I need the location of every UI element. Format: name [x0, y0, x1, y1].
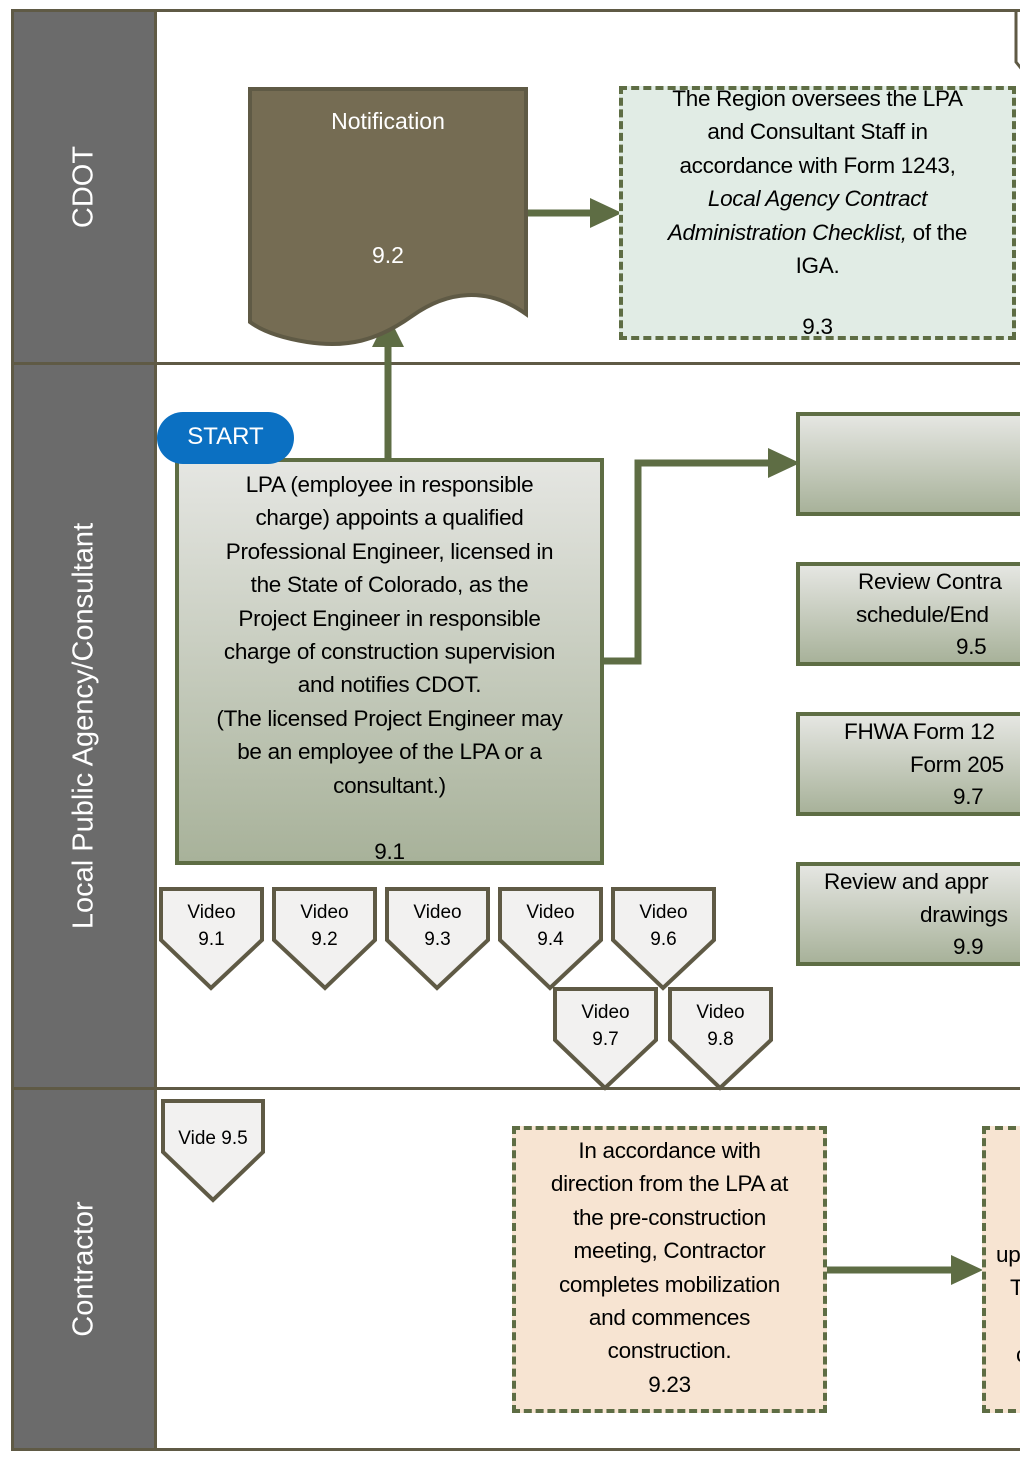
step-9-24-fragment: up: [996, 1242, 1020, 1267]
video-number: 9.3: [424, 929, 451, 950]
step-9-23-line: meeting, Contractor: [573, 1238, 766, 1264]
video-link-9-3[interactable]: Video 9.3: [387, 899, 488, 953]
step-9-23-line: the pre-construction: [573, 1204, 766, 1230]
video-label: Video: [413, 902, 462, 923]
step-9-24-fragment: c: [1016, 1338, 1020, 1371]
video-label: Video: [526, 902, 575, 923]
video-number: 9.6: [650, 929, 677, 950]
video-number: 9.7: [592, 1029, 619, 1050]
video-link-9-5[interactable]: Vide 9.5: [163, 1125, 263, 1152]
step-9-23-number: 9.23: [648, 1371, 691, 1397]
video-label: Video: [300, 902, 349, 923]
video-link-9-8[interactable]: Video 9.8: [670, 999, 771, 1053]
video-label: Video: [581, 1002, 630, 1023]
video-link-9-1[interactable]: Video 9.1: [161, 899, 262, 953]
step-9-23-line: In accordance with: [578, 1138, 761, 1163]
video-link-9-6[interactable]: Video 9.6: [613, 899, 714, 953]
step-9-23-box[interactable]: In accordance with direction from the LP…: [512, 1126, 827, 1413]
video-number: 9.2: [311, 929, 338, 950]
video-link-9-7[interactable]: Video 9.7: [555, 999, 656, 1053]
video-label: Video: [639, 902, 688, 923]
step-9-24-box[interactable]: up T c: [982, 1126, 1020, 1413]
step-9-23-line: construction.: [607, 1338, 732, 1364]
video-number: 9.1: [198, 929, 225, 950]
step-9-23-line: completes mobilization: [558, 1271, 780, 1297]
video-number: 9.4: [537, 929, 564, 950]
video-label: Video: [696, 1002, 745, 1023]
video-link-9-2[interactable]: Video 9.2: [274, 899, 375, 953]
step-9-23-line: direction from the LPA at: [550, 1171, 789, 1197]
video-connectors: [159, 887, 773, 1203]
step-9-24-fragment: T: [1010, 1275, 1020, 1300]
video-label: Vide 9.5: [178, 1128, 248, 1149]
video-link-9-4[interactable]: Video 9.4: [500, 899, 601, 953]
video-number: 9.8: [707, 1029, 734, 1050]
step-9-23-line: and commences: [588, 1305, 751, 1331]
video-label: Video: [187, 902, 236, 923]
